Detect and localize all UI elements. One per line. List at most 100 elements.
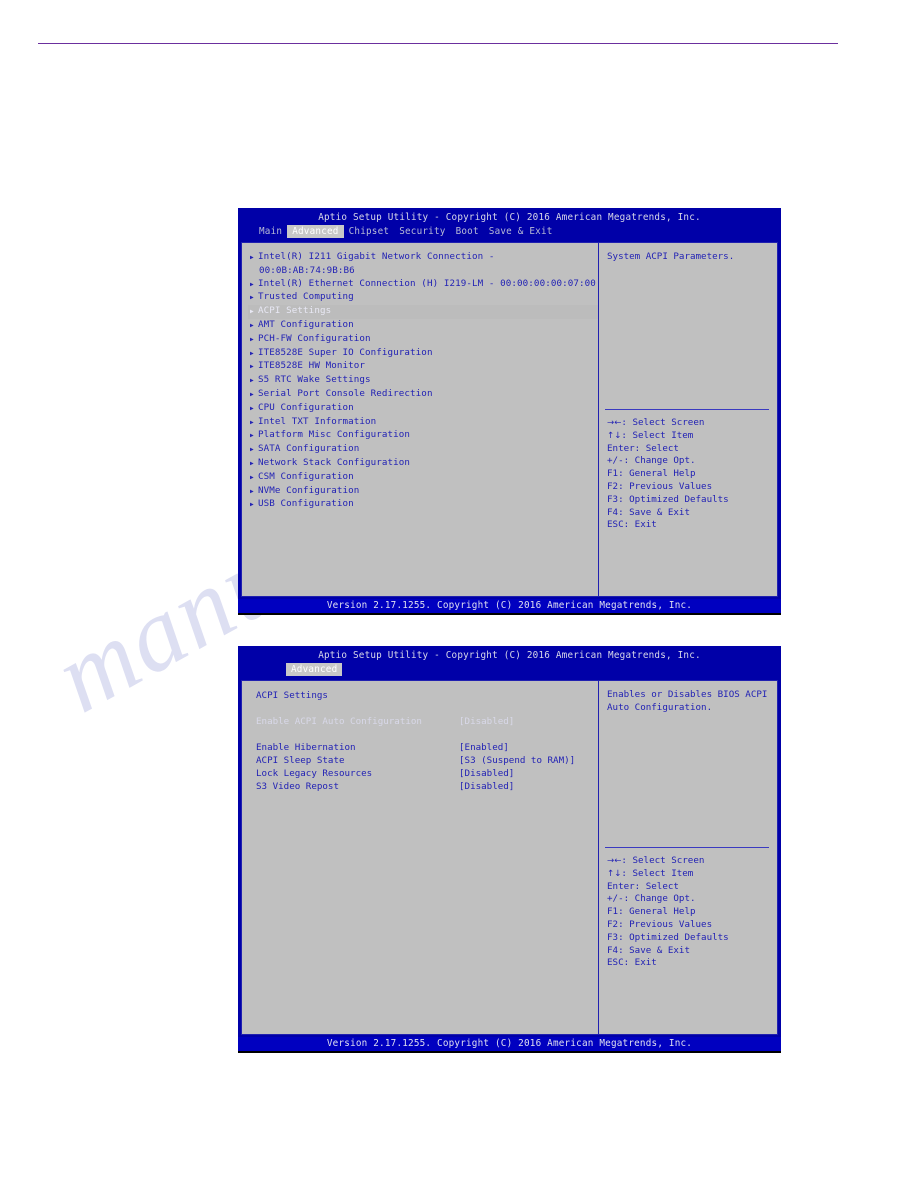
setting-row-enable-acpi-auto-configuration[interactable]: Enable ACPI Auto Configuration [Disabled] (248, 715, 598, 728)
menu-item-continuation: 00:0B:AB:74:9B:B6 (259, 264, 355, 276)
menu-item-ite8528e-hw-monitor[interactable]: ▶ ITE8528E HW Monitor (248, 360, 598, 374)
chevron-right-icon: ▶ (250, 254, 254, 261)
key-hint-label: F3: Optimized Defaults (607, 931, 729, 943)
setting-value[interactable]: [Disabled] (459, 767, 514, 780)
setting-label: S3 Video Repost (256, 781, 339, 792)
setting-value[interactable]: [S3 (Suspend to RAM)] (459, 754, 575, 767)
chevron-right-icon: ▶ (250, 487, 254, 495)
setting-label: Lock Legacy Resources (256, 768, 373, 779)
chevron-right-icon: ▶ (250, 446, 254, 454)
page-header-rule (38, 43, 838, 44)
menu-item-amt-configuration[interactable]: ▶ AMT Configuration (248, 319, 598, 333)
menu-item-label: SATA Configuration (258, 443, 360, 455)
key-hint-change-opt: +/-: Change Opt. (607, 455, 729, 468)
key-hint-label: : Select Item (621, 867, 694, 879)
bios-help-panel-1: System ACPI Parameters. →←: Select Scree… (599, 243, 777, 596)
setting-value[interactable]: [Disabled] (459, 715, 514, 728)
chevron-right-icon: ▶ (250, 473, 254, 481)
bios-settings-pane[interactable]: ACPI Settings Enable ACPI Auto Configura… (242, 681, 599, 1034)
menu-item-trusted-computing[interactable]: ▶ Trusted Computing (248, 291, 598, 305)
menu-item-label: PCH-FW Configuration (258, 332, 371, 344)
chevron-right-icon: ▶ (250, 377, 254, 385)
menu-item-cpu-configuration[interactable]: ▶ CPU Configuration (248, 402, 598, 416)
bios-body-1: ▶ Intel(R) I211 Gigabit Network Connectio… (241, 242, 778, 597)
bios-tabbar-1[interactable]: Main Advanced Chipset Security Boot Save & Ex… (238, 225, 781, 238)
key-hint-label: ESC: Exit (607, 957, 657, 969)
chevron-right-icon: ▶ (250, 280, 254, 288)
bios-screen-advanced-menu: Aptio Setup Utility - Copyright (C) 2016… (238, 208, 781, 615)
menu-item-sata-configuration[interactable]: ▶ SATA Configuration (248, 443, 598, 457)
menu-item-intel-txt-information[interactable]: ▶ Intel TXT Information (248, 416, 598, 430)
key-hint-enter-select: Enter: Select (607, 443, 729, 456)
bios-tabbar-2[interactable]: Advanced (238, 663, 781, 676)
menu-item-label: CPU Configuration (258, 401, 354, 413)
menu-item-label: Intel TXT Information (258, 415, 377, 427)
key-hint-select-screen: →←: Select Screen (607, 855, 729, 868)
key-hint-label: Enter: Select (607, 880, 679, 892)
tab-chipset[interactable]: Chipset (344, 225, 395, 238)
setting-value[interactable]: [Disabled] (459, 780, 514, 793)
bios-help-text-2: Enables or Disables BIOS ACPI Auto Config… (607, 689, 777, 715)
key-hint-label: Enter: Select (607, 442, 679, 454)
help-divider-2 (605, 847, 769, 848)
key-hint-label: F4: Save & Exit (607, 944, 690, 956)
bios-help-panel-2: Enables or Disables BIOS ACPI Auto Config… (599, 681, 777, 1034)
menu-item-pch-fw-configuration[interactable]: ▶ PCH-FW Configuration (248, 333, 598, 347)
menu-item-network-stack-configuration[interactable]: ▶ Network Stack Configuration (248, 457, 598, 471)
setting-value[interactable]: [Enabled] (459, 741, 509, 754)
chevron-right-icon: ▶ (250, 404, 254, 412)
key-hint-change-opt: +/-: Change Opt. (607, 893, 729, 906)
key-hint-esc-exit: ESC: Exit (607, 957, 729, 970)
key-hint-label: F3: Optimized Defaults (607, 493, 729, 505)
menu-item-csm-configuration[interactable]: ▶ CSM Configuration (248, 471, 598, 485)
key-hint-f1-general-help: F1: General Help (607, 906, 729, 919)
setting-label: Enable Hibernation (256, 742, 356, 753)
menu-item-nvme-configuration[interactable]: ▶ NVMe Configuration (248, 485, 598, 499)
key-hint-label: +/-: Change Opt. (607, 893, 696, 905)
chevron-right-icon: ▶ (250, 432, 254, 440)
menu-item-serial-port-console-redirection[interactable]: ▶ Serial Port Console Redirection (248, 388, 598, 402)
key-hint-label: F4: Save & Exit (607, 506, 690, 518)
menu-item-label: CSM Configuration (258, 470, 354, 482)
menu-item-label: USB Configuration (258, 498, 354, 510)
menu-item-usb-configuration[interactable]: ▶ USB Configuration (248, 498, 598, 512)
chevron-right-icon: ▶ (250, 335, 254, 343)
menu-item-label: Trusted Computing (258, 291, 354, 303)
bios-menu-list[interactable]: ▶ Intel(R) I211 Gigabit Network Connectio… (242, 243, 599, 596)
menu-item-label: Intel(R) Ethernet Connection (H) I219-LM… (258, 277, 596, 289)
chevron-right-icon: ▶ (250, 363, 254, 371)
bios-help-text-1: System ACPI Parameters. (607, 251, 777, 264)
help-line: Enables or Disables BIOS ACPI (607, 689, 768, 700)
tab-advanced[interactable]: Advanced (287, 225, 344, 238)
arrow-keys-icon: ↑↓ (607, 430, 622, 441)
tab-boot[interactable]: Boot (451, 225, 484, 238)
menu-item-intel-r-ethernet-connection-h-i219-lm-00[interactable]: ▶ Intel(R) Ethernet Connection (H) I219-L… (248, 278, 598, 292)
tab-advanced[interactable]: Advanced (286, 663, 343, 676)
menu-item-ite8528e-super-io-configuration[interactable]: ▶ ITE8528E Super IO Configuration (248, 347, 598, 361)
setting-row-enable-hibernation[interactable]: Enable Hibernation [Enabled] (248, 741, 598, 754)
bios-footer-1: Version 2.17.1255. Copyright (C) 2016 Am… (238, 599, 781, 615)
tab-security[interactable]: Security (394, 225, 450, 238)
settings-spacer-top (248, 702, 598, 715)
key-hint-label: : Select Item (621, 429, 694, 441)
setting-row-acpi-sleep-state[interactable]: ACPI Sleep State [S3 (Suspend to RAM)] (248, 754, 598, 767)
key-hint-select-screen: →←: Select Screen (607, 417, 729, 430)
setting-row-lock-legacy-resources[interactable]: Lock Legacy Resources [Disabled] (248, 767, 598, 780)
key-hint-f3-optimized-defaults: F3: Optimized Defaults (607, 932, 729, 945)
tab-save-exit[interactable]: Save & Exit (484, 225, 558, 238)
menu-item-label: Platform Misc Configuration (258, 429, 411, 441)
key-hint-label: +/-: Change Opt. (607, 455, 696, 467)
menu-item-label: ITE8528E HW Monitor (258, 360, 365, 372)
tab-main[interactable]: Main (254, 225, 287, 238)
setting-row-s3-video-repost[interactable]: S3 Video Repost [Disabled] (248, 780, 598, 793)
menu-item-label: ACPI Settings (258, 305, 332, 317)
key-hint-f1-general-help: F1: General Help (607, 468, 729, 481)
menu-item-intel-r-i211-gigabit-network-connection[interactable]: ▶ Intel(R) I211 Gigabit Network Connectio… (248, 251, 598, 265)
menu-item-label: AMT Configuration (258, 318, 354, 330)
chevron-right-icon: ▶ (250, 459, 254, 467)
acpi-settings-list[interactable]: Enable ACPI Auto Configuration [Disabled]… (248, 715, 598, 793)
menu-item-acpi-settings[interactable]: ▶ ACPI Settings (248, 305, 598, 319)
arrow-keys-icon: →← (607, 856, 622, 866)
menu-item-platform-misc-configuration[interactable]: ▶ Platform Misc Configuration (248, 429, 598, 443)
menu-item-s5-rtc-wake-settings[interactable]: ▶ S5 RTC Wake Settings (248, 374, 598, 388)
